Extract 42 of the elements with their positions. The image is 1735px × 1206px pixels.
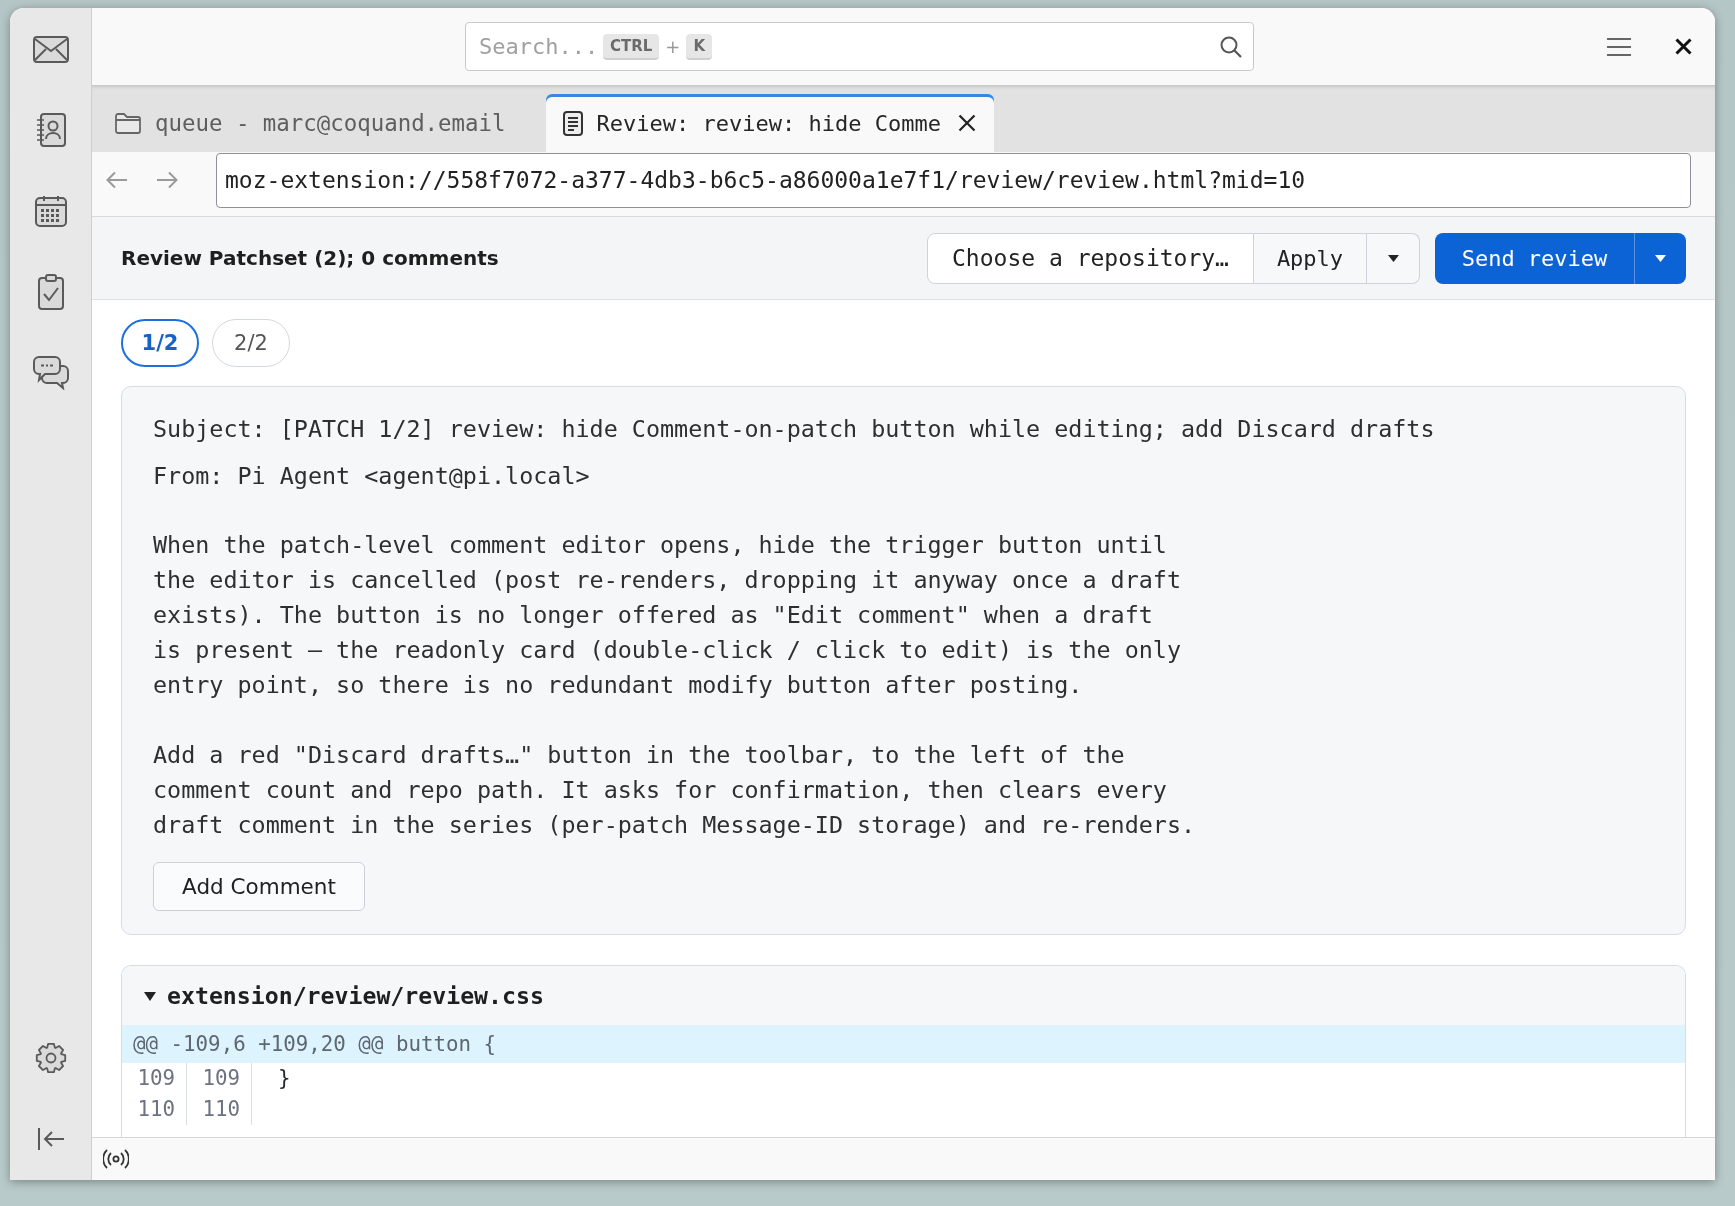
forward-arrow-icon[interactable] bbox=[156, 171, 178, 189]
send-review-button[interactable]: Send review bbox=[1435, 232, 1634, 284]
back-arrow-icon[interactable] bbox=[106, 171, 128, 189]
toggle-triangle-icon[interactable] bbox=[144, 989, 156, 1002]
patch-tab[interactable]: 1/2 bbox=[121, 319, 199, 367]
add-comment-button[interactable]: Add Comment bbox=[153, 862, 365, 911]
chat-bubbles-icon[interactable] bbox=[32, 356, 69, 390]
menu-icon[interactable] bbox=[1607, 37, 1631, 56]
patch-tab[interactable]: 2/2 bbox=[212, 319, 290, 367]
calendar-icon[interactable] bbox=[34, 195, 67, 227]
send-options-button[interactable] bbox=[1634, 232, 1686, 284]
search-icon[interactable] bbox=[1220, 35, 1242, 58]
line-number: 110 bbox=[187, 1094, 252, 1125]
close-icon[interactable] bbox=[1675, 38, 1692, 55]
from-line: From: Pi Agent <agent@pi.local> bbox=[153, 461, 591, 492]
code-line: } bbox=[277, 1065, 291, 1092]
review-title: Review Patchset (2); 0 comments bbox=[121, 246, 499, 270]
message-paragraph: Add a red "Discard drafts…" button in the toolbar, to the left of the comment count and repo path. It asks for confirmation, then clears every draft comment in the series (per-patch Message-ID storage) and re-renders. bbox=[153, 740, 1197, 841]
line-number: 110 bbox=[122, 1094, 187, 1125]
clipboard-check-icon[interactable] bbox=[37, 274, 64, 310]
hunk-header: @@ -109,6 +109,20 @@ button { bbox=[122, 1025, 1685, 1063]
keycap: CTRL bbox=[603, 33, 660, 60]
address-book-icon[interactable] bbox=[35, 113, 66, 147]
folder-icon bbox=[115, 112, 141, 134]
caret-icon bbox=[1387, 254, 1399, 262]
caret-icon bbox=[1655, 254, 1666, 262]
tab[interactable]: queue - marc@coquand.email bbox=[103, 94, 536, 152]
subject-line: Subject: [PATCH 1/2] review: hide Comment-on-patch button while editing; add Discard drafts bbox=[153, 414, 1436, 445]
message-paragraph: When the patch-level comment editor opens, hide the trigger button until the editor is cancelled (post re-renders, dropping it anyway once a draft exists). The button is no longer offered as "Edit comment" when a draft is present — the readonly card (double-click / click to edit) is the only entry point, so there is no redundant modify button after posting. bbox=[153, 530, 1182, 701]
tab[interactable]: Review: review: hide Comme bbox=[545, 94, 994, 152]
file-path[interactable]: extension/review/review.css bbox=[167, 982, 544, 1009]
settings-icon[interactable] bbox=[34, 1042, 67, 1074]
collapse-icon[interactable] bbox=[36, 1127, 65, 1151]
envelope-icon[interactable] bbox=[32, 35, 69, 63]
close-icon[interactable] bbox=[957, 114, 976, 132]
document-icon bbox=[562, 110, 583, 136]
apply-button[interactable]: Apply bbox=[1254, 232, 1367, 284]
broadcast-icon[interactable] bbox=[103, 1149, 129, 1169]
url-field[interactable]: moz-extension://558f7072-a377-4db3-b6c5-a86000a1e7f1/review/review.html?mid=10 bbox=[216, 152, 1691, 208]
repository-select[interactable]: Choose a repository… bbox=[927, 232, 1254, 284]
keycap: K bbox=[686, 33, 713, 60]
key-separator: + bbox=[665, 36, 681, 57]
